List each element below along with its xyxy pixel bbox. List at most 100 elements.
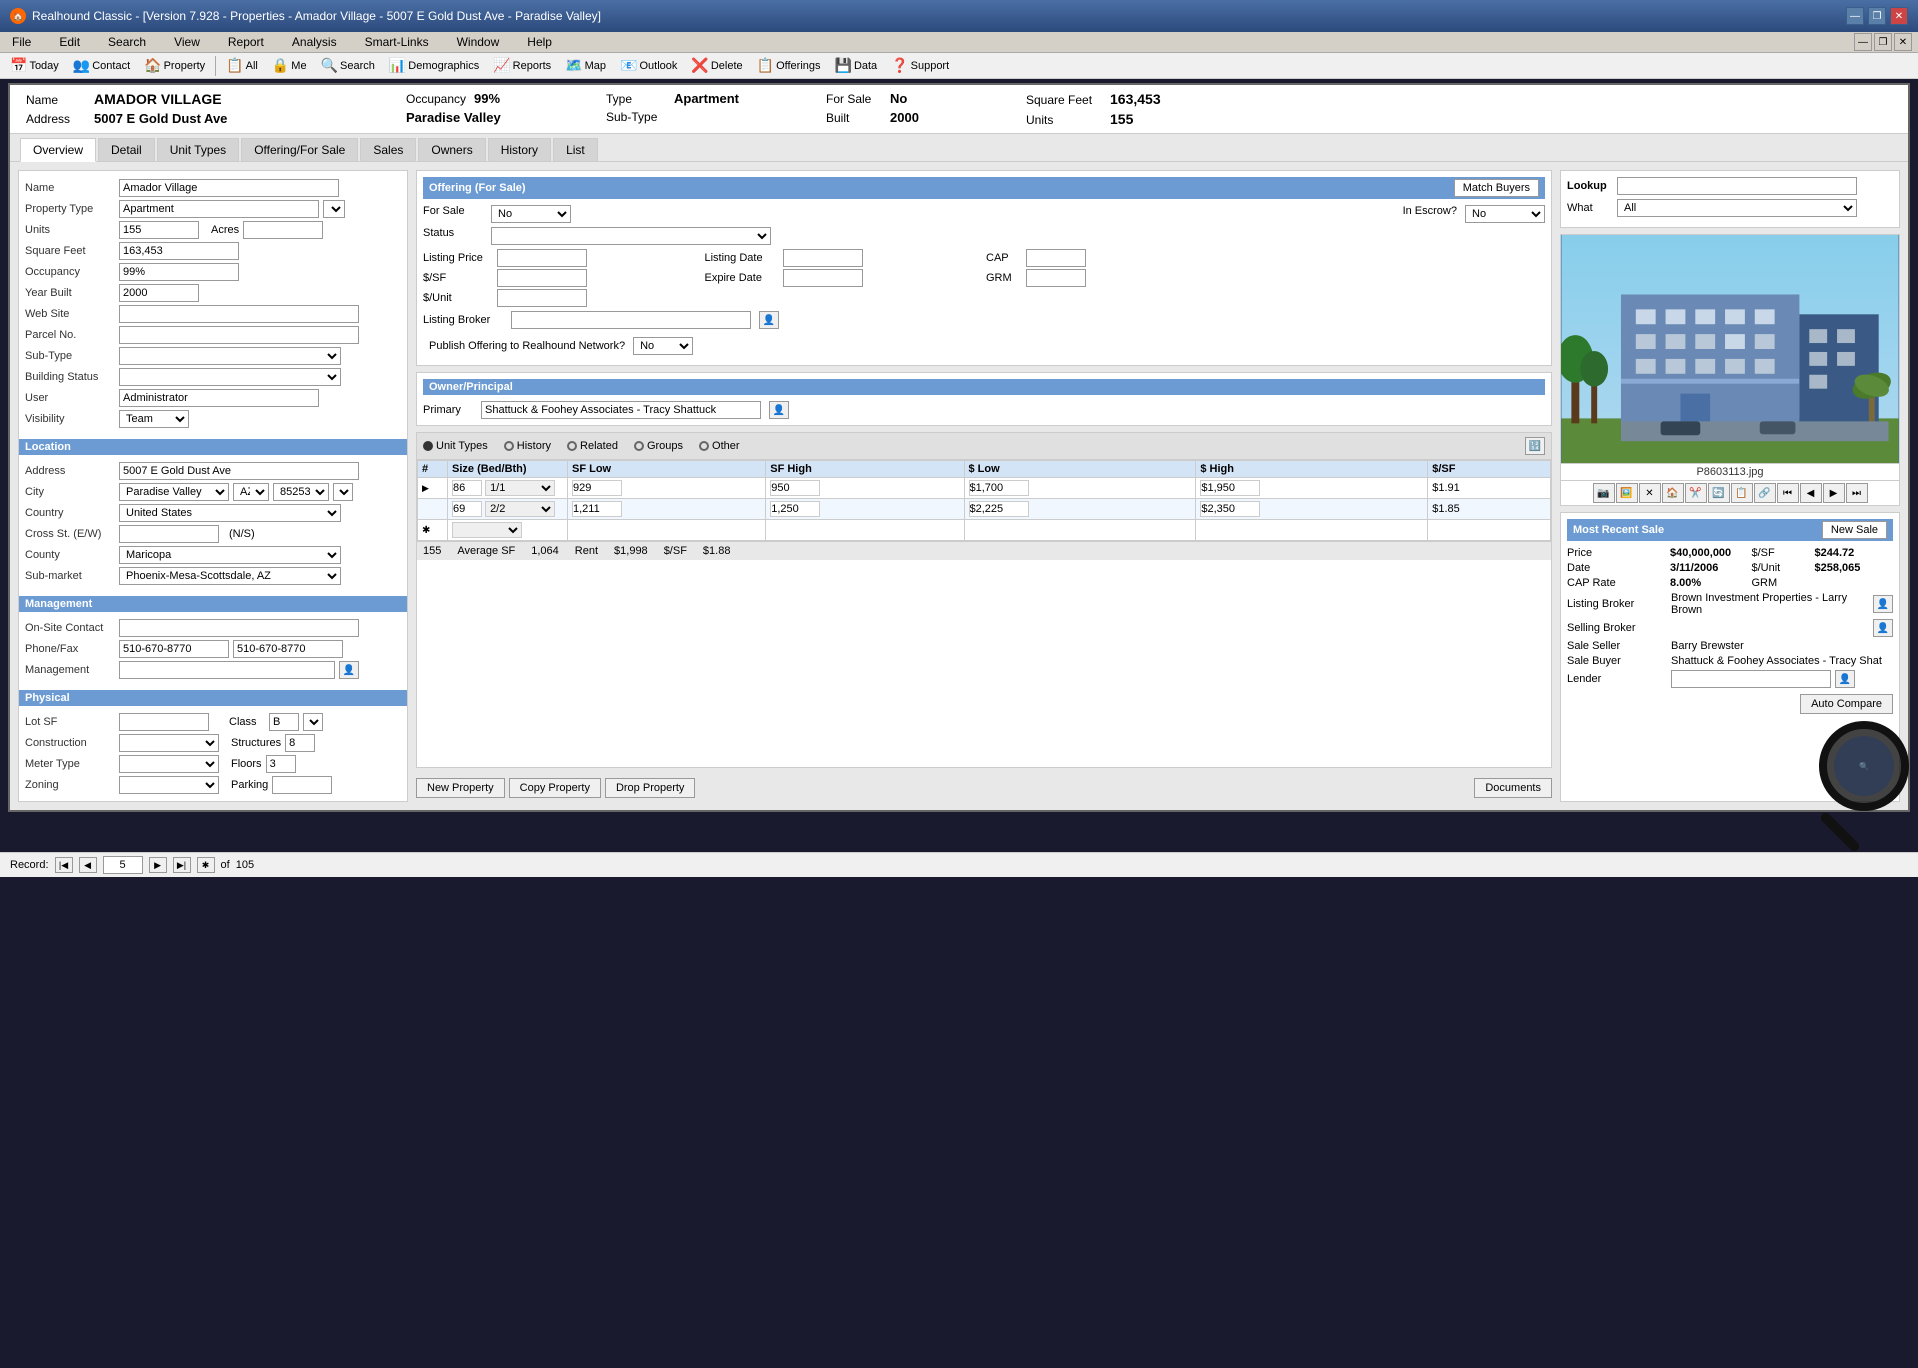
listing-broker-input[interactable] [511, 311, 751, 329]
toolbar-me[interactable]: 🔒 Me [266, 55, 313, 76]
inner-restore-btn[interactable]: ❐ [1874, 33, 1892, 51]
menu-search[interactable]: Search [102, 34, 152, 50]
phys-meter-select[interactable] [119, 755, 219, 773]
phys-floors-input[interactable] [266, 755, 296, 773]
drop-property-btn[interactable]: Drop Property [605, 778, 695, 798]
new-sale-btn[interactable]: New Sale [1822, 521, 1887, 539]
loc-country-select[interactable]: United States [119, 504, 341, 522]
listing-price-input[interactable] [497, 249, 587, 267]
toolbar-map[interactable]: 🗺️ Map [559, 55, 612, 76]
form-parcel-input[interactable] [119, 326, 359, 344]
toolbar-all[interactable]: 📋 All [220, 55, 264, 76]
lb-person-btn[interactable]: 👤 [1873, 595, 1893, 613]
nav-last[interactable]: ▶| [173, 857, 191, 873]
loc-city-select[interactable]: Paradise Valley [119, 483, 229, 501]
unit-tab-other[interactable]: Other [699, 440, 740, 452]
toolbar-outlook[interactable]: 📧 Outlook [614, 55, 683, 76]
primary-input[interactable] [481, 401, 761, 419]
img-nav-prev[interactable]: ◀ [1800, 483, 1822, 503]
inner-minimize-btn[interactable]: — [1854, 33, 1872, 51]
form-proptype-input[interactable] [119, 200, 319, 218]
new-row-size[interactable] [452, 522, 522, 538]
img-nav-first[interactable]: ⏮ [1777, 483, 1799, 503]
nav-next[interactable]: ▶ [149, 857, 167, 873]
calc-btn[interactable]: 🔢 [1525, 437, 1545, 455]
loc-cross-ew-input[interactable] [119, 525, 219, 543]
img-nav-next[interactable]: ▶ [1823, 483, 1845, 503]
lookup-input[interactable] [1617, 177, 1857, 195]
menu-view[interactable]: View [168, 34, 206, 50]
row1-num[interactable] [452, 480, 482, 496]
row2-size[interactable]: 2/2 [485, 501, 555, 517]
toolbar-support[interactable]: ❓ Support [885, 55, 955, 76]
spunit-input[interactable] [497, 289, 587, 307]
unit-tab-history[interactable]: History [504, 440, 551, 452]
loc-submarket-select[interactable]: Phoenix-Mesa-Scottsdale, AZ [119, 567, 341, 585]
mgmt-mgmt-input[interactable] [119, 661, 335, 679]
form-sqft-input[interactable] [119, 242, 239, 260]
phys-class-select[interactable] [303, 713, 323, 731]
toolbar-contact[interactable]: 👥 Contact [67, 55, 136, 76]
toolbar-data[interactable]: 💾 Data [829, 55, 884, 76]
toolbar-property[interactable]: 🏠 Property [138, 55, 211, 76]
listing-date-input[interactable] [783, 249, 863, 267]
img-btn-4[interactable]: 🏠 [1662, 483, 1684, 503]
menu-file[interactable]: File [6, 34, 37, 50]
tab-list[interactable]: List [553, 138, 598, 161]
menu-edit[interactable]: Edit [53, 34, 86, 50]
row2-num[interactable] [452, 501, 482, 517]
grm-input[interactable] [1026, 269, 1086, 287]
mgmt-phone-input[interactable] [119, 640, 229, 658]
form-subtype-select[interactable] [119, 347, 341, 365]
row1-low[interactable] [969, 480, 1029, 496]
mgmt-onsite-input[interactable] [119, 619, 359, 637]
spsf-input[interactable] [497, 269, 587, 287]
nav-prev[interactable]: ◀ [79, 857, 97, 873]
tab-owners[interactable]: Owners [418, 138, 485, 161]
toolbar-reports[interactable]: 📈 Reports [487, 55, 557, 76]
form-website-input[interactable] [119, 305, 359, 323]
inner-close-btn[interactable]: ✕ [1894, 33, 1912, 51]
form-units-input[interactable] [119, 221, 199, 239]
img-btn-1[interactable]: 📷 [1593, 483, 1615, 503]
phys-struct-input[interactable] [285, 734, 315, 752]
tab-history[interactable]: History [488, 138, 551, 161]
phys-constr-select[interactable] [119, 734, 219, 752]
row1-sf-high[interactable] [770, 480, 820, 496]
tab-detail[interactable]: Detail [98, 138, 155, 161]
match-buyers-btn[interactable]: Match Buyers [1454, 179, 1539, 197]
phys-lot-input[interactable] [119, 713, 209, 731]
unit-tab-related[interactable]: Related [567, 440, 618, 452]
form-name-input[interactable] [119, 179, 339, 197]
row2-sf-high[interactable] [770, 501, 820, 517]
nav-new[interactable]: ✱ [197, 857, 215, 873]
row1-size[interactable]: 1/1 [485, 480, 555, 496]
toolbar-today[interactable]: 📅 Today [4, 55, 65, 76]
tab-unit-types[interactable]: Unit Types [157, 138, 239, 161]
form-bldstatus-select[interactable] [119, 368, 341, 386]
expire-date-input[interactable] [783, 269, 863, 287]
tab-offering[interactable]: Offering/For Sale [241, 138, 358, 161]
close-btn[interactable]: ✕ [1890, 7, 1908, 25]
owner-person-btn[interactable]: 👤 [769, 401, 789, 419]
form-occ-input[interactable] [119, 263, 239, 281]
form-user-input[interactable] [119, 389, 319, 407]
row2-low[interactable] [969, 501, 1029, 517]
tab-overview[interactable]: Overview [20, 138, 96, 162]
row2-high[interactable] [1200, 501, 1260, 517]
toolbar-search[interactable]: 🔍 Search [315, 55, 381, 76]
img-btn-6[interactable]: 🔄 [1708, 483, 1730, 503]
unit-tab-types[interactable]: Unit Types [423, 440, 488, 452]
cap-input[interactable] [1026, 249, 1086, 267]
img-btn-8[interactable]: 🔗 [1754, 483, 1776, 503]
minimize-btn[interactable]: — [1846, 7, 1864, 25]
unit-tab-groups[interactable]: Groups [634, 440, 683, 452]
form-proptype-select[interactable] [323, 200, 345, 218]
current-record[interactable] [103, 856, 143, 874]
form-yb-input[interactable] [119, 284, 199, 302]
loc-zip-select[interactable]: 85253 [273, 483, 329, 501]
phys-parking-input[interactable] [272, 776, 332, 794]
row2-sf-low[interactable] [572, 501, 622, 517]
nav-first[interactable]: |◀ [55, 857, 73, 873]
loc-county-select[interactable]: Maricopa [119, 546, 341, 564]
